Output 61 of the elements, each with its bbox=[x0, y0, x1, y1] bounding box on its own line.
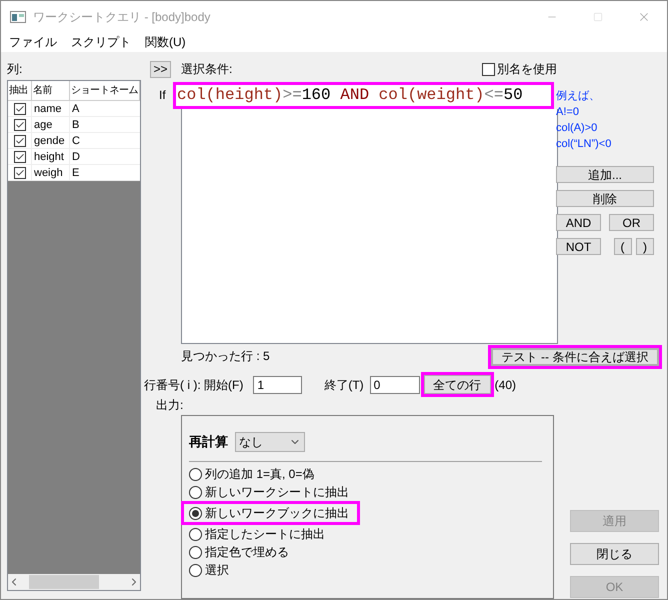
table-cell-text: A bbox=[71, 102, 80, 116]
checkbox[interactable] bbox=[14, 102, 26, 114]
radio-option[interactable]: 選択 bbox=[189, 561, 229, 579]
radio-option[interactable]: 指定色で埋める bbox=[189, 543, 289, 561]
radio-option[interactable]: 新しいワークシートに抽出 bbox=[189, 483, 349, 501]
hint-text: A!=0 bbox=[556, 105, 580, 120]
column-header[interactable]: 抽出 bbox=[8, 81, 32, 100]
table-cell: name bbox=[32, 101, 70, 116]
column-header[interactable]: ショートネーム bbox=[70, 81, 140, 100]
query-button[interactable]: 削除 bbox=[556, 190, 654, 207]
table-cell: age bbox=[32, 117, 70, 132]
end-row-field[interactable]: 0 bbox=[370, 376, 420, 394]
panel-label: 列: bbox=[7, 61, 24, 78]
column-header[interactable]: 名前 bbox=[32, 81, 70, 100]
test-button[interactable]: テスト -- 条件に合えば選択 bbox=[491, 348, 659, 366]
table-cell: gende bbox=[32, 133, 70, 148]
recalc-label: 再計算 bbox=[189, 433, 228, 452]
menu-item[interactable]: スクリプト bbox=[71, 33, 131, 51]
alias-checkbox[interactable]: 別名を使用 bbox=[482, 60, 557, 78]
radio-option[interactable]: 新しいワークブックに抽出 bbox=[189, 504, 349, 522]
condition-label: 選択条件: bbox=[181, 61, 234, 78]
checkbox[interactable] bbox=[14, 150, 26, 162]
recalc-dropdown[interactable]: なし bbox=[235, 432, 305, 452]
app-icon bbox=[10, 10, 26, 22]
scrollbar-thumb[interactable] bbox=[29, 575, 99, 589]
table-cell-text: C bbox=[71, 134, 81, 148]
output-label: 出力: bbox=[156, 399, 184, 411]
if-label: If bbox=[158, 87, 167, 104]
checkbox[interactable] bbox=[14, 134, 26, 146]
query-button[interactable]: ) bbox=[636, 238, 654, 255]
checkbox[interactable] bbox=[14, 118, 26, 130]
expand-button[interactable]: >> bbox=[150, 60, 171, 78]
table-cell: height bbox=[32, 149, 70, 164]
hint-text: col(“LN”)<0 bbox=[556, 137, 612, 152]
row-count-text: (40) bbox=[494, 376, 516, 394]
window-title: ワークシートクエリ - [body]body bbox=[33, 8, 210, 26]
query-button[interactable]: AND bbox=[556, 214, 601, 231]
dialog-button[interactable]: 閉じる bbox=[570, 543, 659, 565]
hint-text: 例えば、 bbox=[556, 89, 601, 104]
query-button[interactable]: NOT bbox=[556, 238, 601, 255]
hint-text: col(A)>0 bbox=[556, 121, 598, 136]
condition-text[interactable]: col(height)>=160 AND col(weight)<=50 bbox=[176, 86, 523, 104]
start-row-field[interactable]: 1 bbox=[253, 376, 302, 394]
query-button[interactable]: 追加... bbox=[556, 166, 654, 183]
checkbox[interactable] bbox=[14, 166, 26, 178]
table-cell-text: E bbox=[71, 166, 80, 180]
menu-item[interactable]: ファイル bbox=[9, 33, 57, 51]
query-button[interactable]: ( bbox=[614, 238, 632, 255]
menu-item[interactable]: 関数(U) bbox=[145, 33, 186, 51]
horizontal-scrollbar[interactable] bbox=[8, 574, 140, 590]
all-rows-button[interactable]: 全ての行 bbox=[424, 375, 491, 394]
radio-option[interactable]: 列の追加 1=真, 0=偽 bbox=[189, 465, 314, 483]
table-cell-text: D bbox=[71, 150, 81, 164]
query-button[interactable]: OR bbox=[609, 214, 654, 231]
end-row-label: 終了(T) bbox=[324, 376, 364, 394]
table-cell-text: B bbox=[71, 118, 80, 132]
row-range-label: 行番号( i ): 開始(F) bbox=[144, 376, 244, 394]
table-cell: weigh bbox=[32, 165, 70, 180]
maximize-icon bbox=[593, 12, 603, 22]
found-rows-text: 見つかった行 : 5 bbox=[181, 348, 270, 365]
radio-option[interactable]: 指定したシートに抽出 bbox=[189, 525, 325, 543]
